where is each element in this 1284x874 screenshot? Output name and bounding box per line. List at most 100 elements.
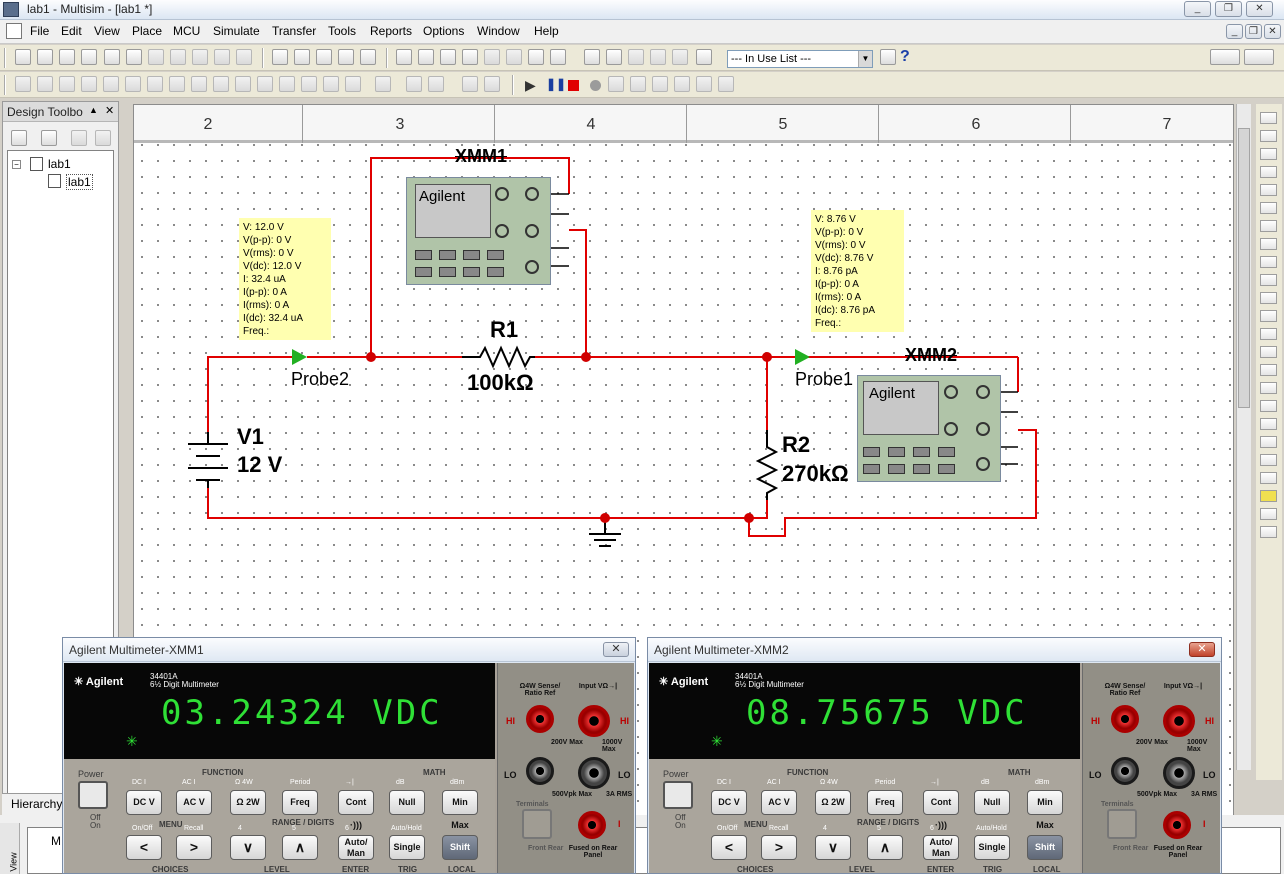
ni-elvis-icon[interactable] (1260, 472, 1277, 484)
mm1-acv-button[interactable]: AC V (176, 790, 212, 815)
probe1-marker[interactable] (795, 349, 810, 365)
mm2-display: ✳ Agilent 34401A 6½ Digit Multimeter 08.7… (649, 663, 1080, 759)
mm2-close-button[interactable]: ✕ (1189, 642, 1215, 657)
view-side-tab[interactable]: View (0, 823, 20, 874)
mm1-power-button[interactable] (78, 781, 108, 809)
mm1-sense-hi-jack[interactable] (526, 705, 554, 733)
mm2-single-button[interactable]: Single (974, 835, 1010, 860)
mm2-title: Agilent Multimeter-XMM2 (654, 643, 789, 657)
resistor-r2[interactable] (755, 430, 779, 500)
mm2-null-button[interactable]: Null (974, 790, 1010, 815)
oscilloscope-icon[interactable] (1260, 166, 1277, 178)
mm1-front-panel: Power Off On FUNCTION MATH DC I AC I Ω 4… (64, 759, 495, 873)
mm2-acv-button[interactable]: AC V (761, 790, 797, 815)
mm1-left-button[interactable]: < (126, 835, 162, 860)
distortion-analyzer-icon[interactable] (1260, 310, 1277, 322)
frequency-counter-icon[interactable] (1260, 220, 1277, 232)
mm2-shift-button[interactable]: Shift (1027, 835, 1063, 860)
mm1-terminals: Ω4W Sense/ Ratio Ref Input VΩ→| HI HI 20… (497, 663, 634, 873)
logic-analyzer-icon[interactable] (1260, 256, 1277, 268)
probe2-readout: V: 12.0 V V(p-p): 0 V V(rms): 0 V V(dc): 12… (239, 218, 331, 340)
mm1-shift-button[interactable]: Shift (442, 835, 478, 860)
xmm2-label: XMM2 (905, 345, 958, 365)
xmm1-label: XMM1 (455, 146, 508, 166)
resistor-r1[interactable] (462, 345, 535, 369)
mm1-minmax-button[interactable]: Min Max (442, 790, 478, 830)
agilent-generator-icon[interactable] (1260, 364, 1277, 376)
mm1-automan-button[interactable]: Auto/ Man (338, 835, 374, 860)
mm1-sense-lo-jack[interactable] (526, 757, 554, 785)
xmm2-symbol[interactable]: Agilent (857, 375, 1001, 482)
mm1-close-button[interactable]: ✕ (603, 642, 629, 657)
mm1-reading: 03.24324 VDC (161, 693, 443, 733)
probe2-label: Probe2 (291, 369, 350, 389)
mm1-current-jack[interactable] (578, 811, 606, 839)
mm2-up-button[interactable]: ∧ (867, 835, 903, 860)
current-probe-icon[interactable] (1260, 490, 1277, 502)
instrument-icon-23[interactable] (1260, 508, 1277, 520)
mm2-terminals-switch[interactable] (1107, 809, 1137, 839)
mm1-down-button[interactable]: ∨ (230, 835, 266, 860)
tektronix-scope-icon[interactable] (1260, 418, 1277, 430)
mm2-right-button[interactable]: > (761, 835, 797, 860)
mm1-freq-button[interactable]: Freq (282, 790, 318, 815)
mm2-front-panel: Power Off On FUNCTION MATH DC I AC I Ω 4… (649, 759, 1080, 873)
mm2-automan-button[interactable]: Auto/ Man (923, 835, 959, 860)
mm2-power-button[interactable] (663, 781, 693, 809)
mm1-single-button[interactable]: Single (389, 835, 425, 860)
probe1-readout: V: 8.76 V V(p-p): 0 V V(rms): 0 V V(dc): 8.… (811, 210, 904, 332)
spectrum-analyzer-icon[interactable] (1260, 328, 1277, 340)
word-generator-icon[interactable] (1260, 238, 1277, 250)
mm2-ohm2w-button[interactable]: Ω 2W (815, 790, 851, 815)
wattmeter-icon[interactable] (1260, 148, 1277, 160)
r2-value: 270kΩ (782, 461, 849, 486)
mm1-dcv-button[interactable]: DC V (126, 790, 162, 815)
mm1-right-button[interactable]: > (176, 835, 212, 860)
mm1-null-button[interactable]: Null (389, 790, 425, 815)
mm2-left-button[interactable]: < (711, 835, 747, 860)
probe1-label: Probe1 (795, 369, 854, 389)
mm1-annunciator-icon: ✳ (126, 733, 138, 749)
bode-plotter-icon[interactable] (1260, 202, 1277, 214)
agilent-multimeter-icon[interactable] (1260, 382, 1277, 394)
r1-value: 100kΩ (467, 370, 534, 395)
mm2-down-button[interactable]: ∨ (815, 835, 851, 860)
network-analyzer-icon[interactable] (1260, 346, 1277, 358)
mm2-sense-hi-jack[interactable] (1111, 705, 1139, 733)
xmm1-symbol[interactable]: Agilent (406, 177, 551, 285)
mm1-cont-button[interactable]: Cont ·))) (338, 790, 374, 830)
mm2-annunciator-icon: ✳ (711, 733, 723, 749)
mm2-input-lo-jack[interactable] (1163, 757, 1195, 789)
mm2-dcv-button[interactable]: DC V (711, 790, 747, 815)
mm1-title: Agilent Multimeter-XMM1 (69, 643, 204, 657)
mm2-sense-lo-jack[interactable] (1111, 757, 1139, 785)
mm1-input-lo-jack[interactable] (578, 757, 610, 789)
mm2-reading: 08.75675 VDC (746, 693, 1028, 733)
agilent-scope-icon[interactable] (1260, 400, 1277, 412)
function-generator-icon[interactable] (1260, 130, 1277, 142)
mm2-minmax-button[interactable]: Min Max (1027, 790, 1063, 830)
mm1-up-button[interactable]: ∧ (282, 835, 318, 860)
labview-icon[interactable] (1260, 454, 1277, 466)
mm1-terminals-switch[interactable] (522, 809, 552, 839)
mm1-input-hi-jack[interactable] (578, 705, 610, 737)
measurement-probe-icon[interactable] (1260, 436, 1277, 448)
r1-name: R1 (490, 317, 519, 342)
battery-v1[interactable] (188, 432, 228, 488)
mm1-ohm2w-button[interactable]: Ω 2W (230, 790, 266, 815)
iv-analyzer-icon[interactable] (1260, 292, 1277, 304)
multimeter-tool-icon[interactable] (1260, 112, 1277, 124)
mm2-freq-button[interactable]: Freq (867, 790, 903, 815)
mm2-input-hi-jack[interactable] (1163, 705, 1195, 737)
mm2-agilent-logo: ✳ Agilent (659, 676, 709, 688)
mm2-cont-button[interactable]: Cont ·))) (923, 790, 959, 830)
probe2-marker[interactable] (292, 349, 307, 365)
mm2-current-jack[interactable] (1163, 811, 1191, 839)
mm2-terminals: Ω4W Sense/ Ratio Ref Input VΩ→| HI HI 20… (1082, 663, 1220, 873)
multimeter-window-xmm1[interactable]: Agilent Multimeter-XMM1 ✕ ✳ Agilent 34401… (62, 637, 636, 874)
mm1-display: ✳ Agilent 34401A 6½ Digit Multimeter 03.2… (64, 663, 495, 759)
multimeter-window-xmm2[interactable]: Agilent Multimeter-XMM2 ✕ ✳ Agilent 34401… (647, 637, 1222, 874)
instrument-icon-24[interactable] (1260, 526, 1277, 538)
four-channel-scope-icon[interactable] (1260, 184, 1277, 196)
logic-converter-icon[interactable] (1260, 274, 1277, 286)
